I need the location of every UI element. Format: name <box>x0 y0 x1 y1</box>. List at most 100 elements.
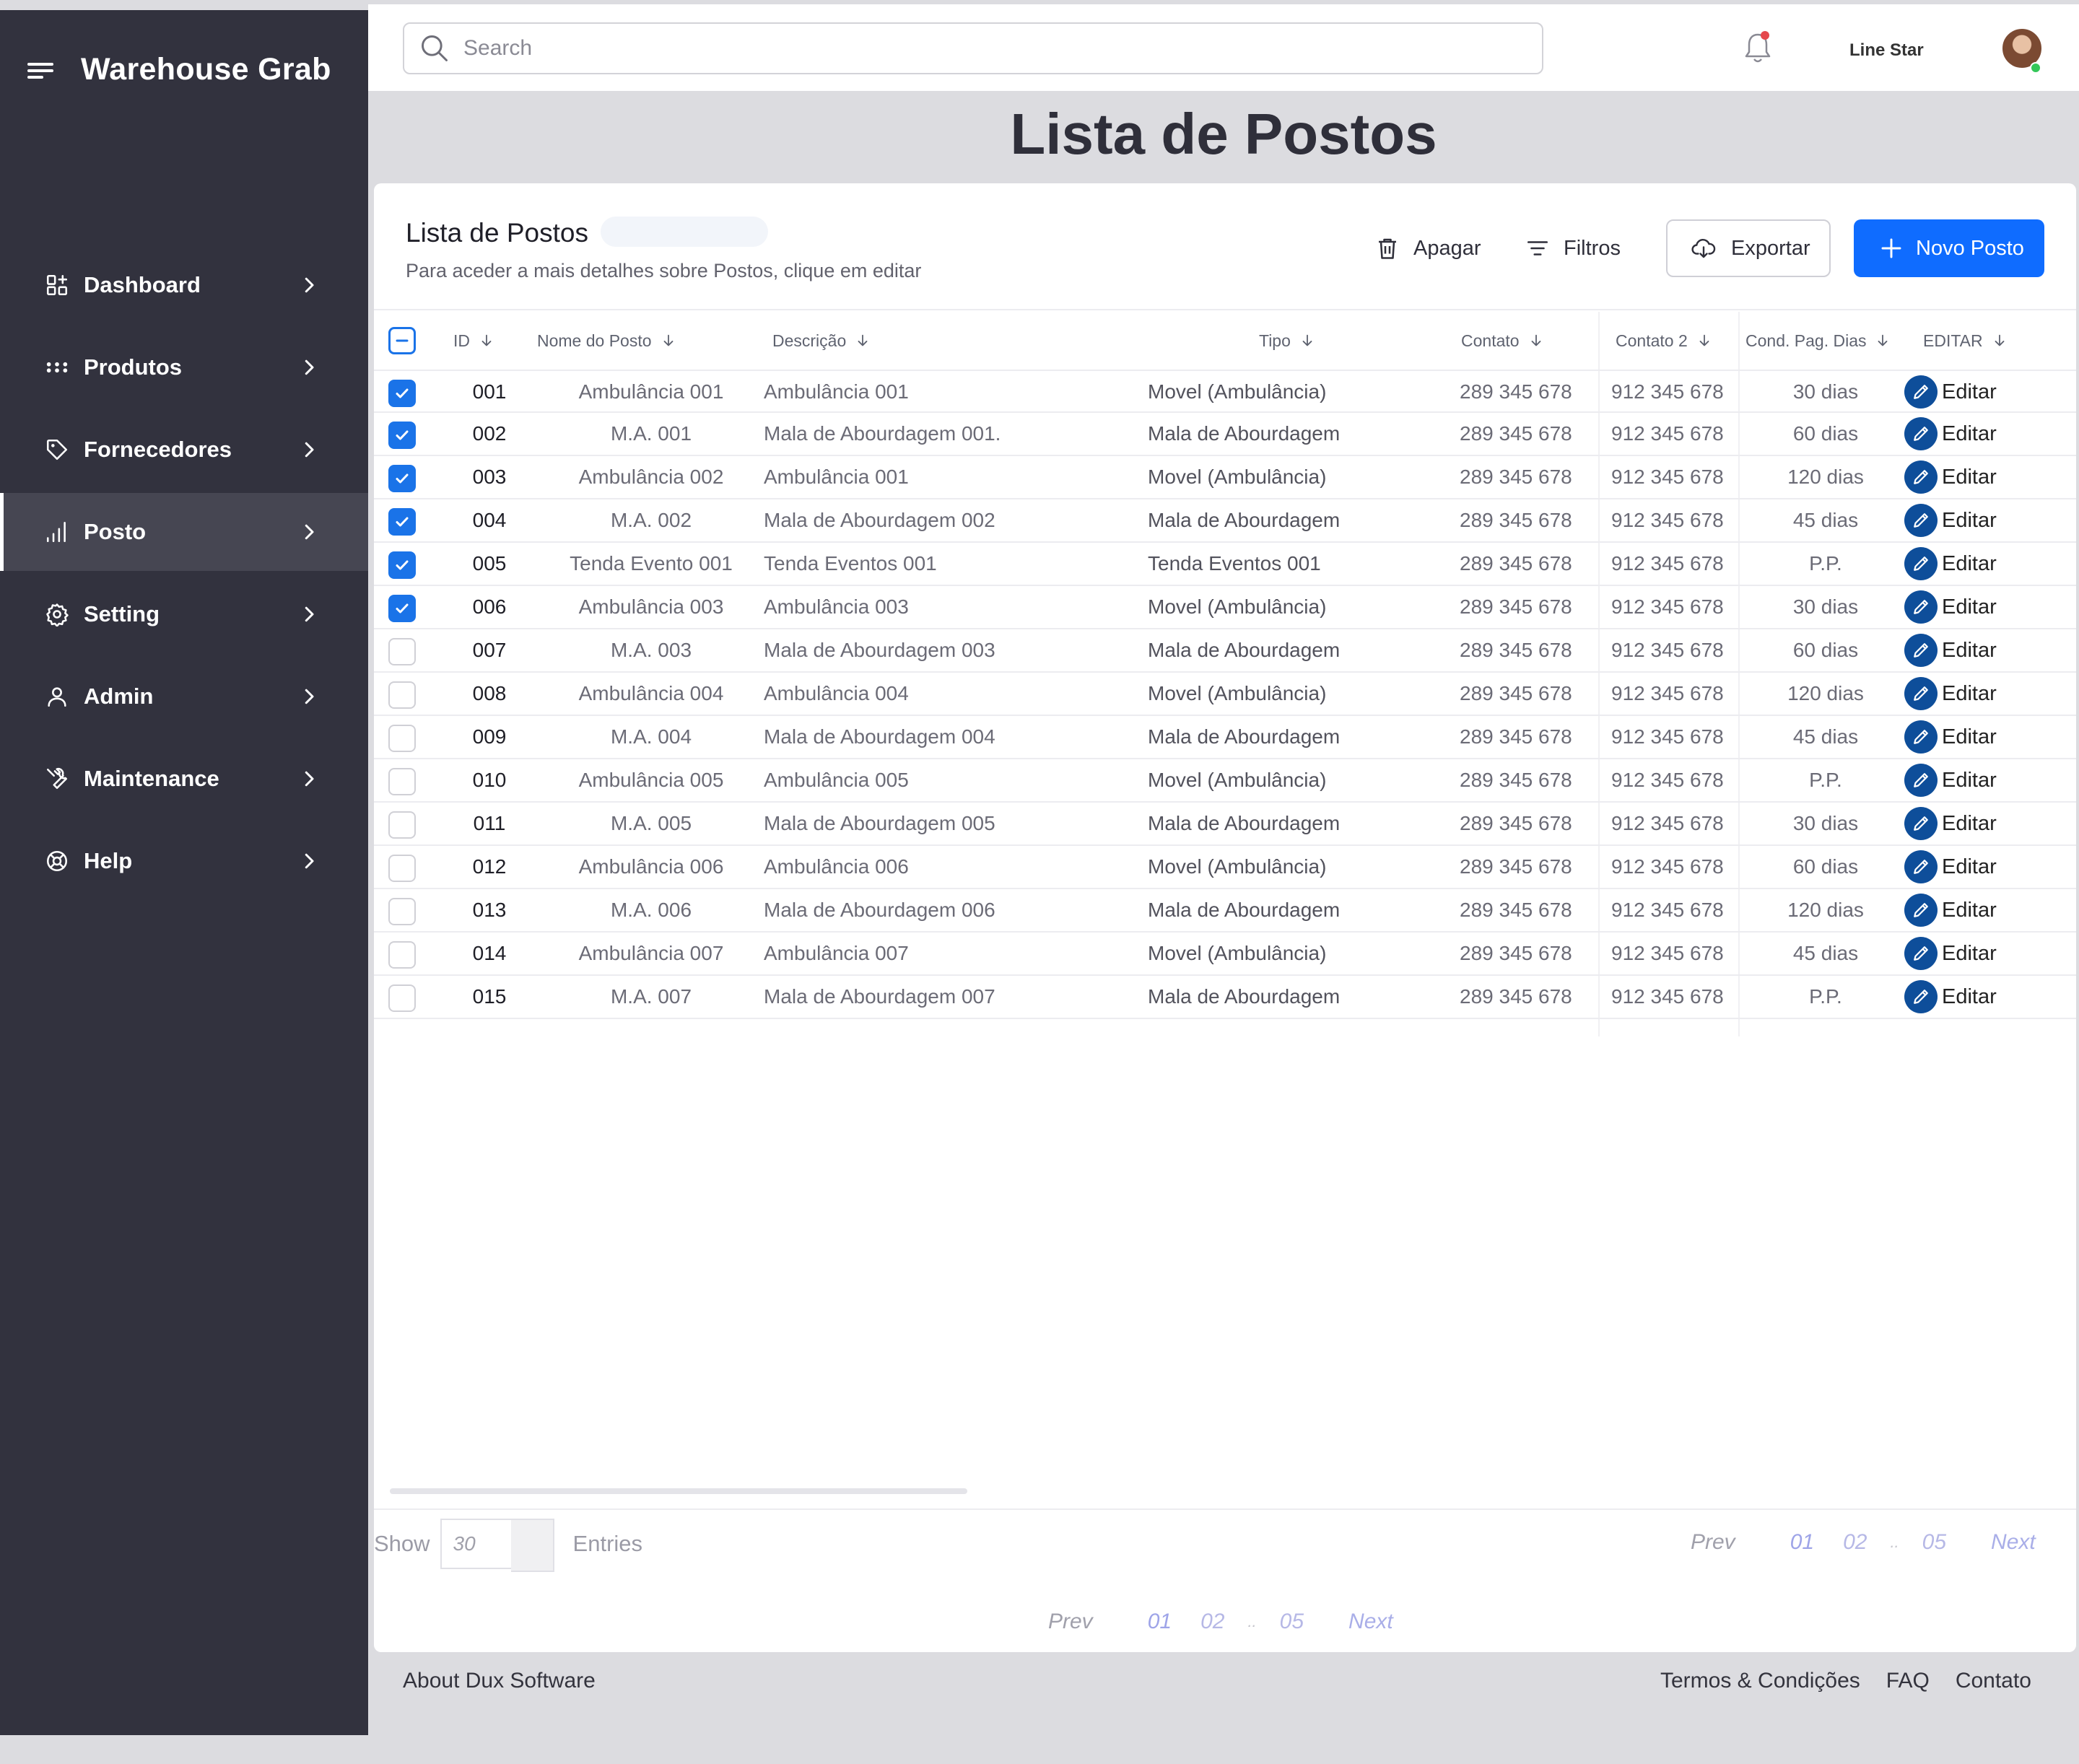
row-checkbox[interactable] <box>388 595 416 622</box>
page-button[interactable]: 02 <box>1200 1610 1224 1634</box>
cell-contato2: 912 345 678 <box>1611 422 1724 445</box>
cell-contato2: 912 345 678 <box>1611 769 1724 791</box>
table-row[interactable]: 007 M.A. 003 Mala de Abourdagem 003 Mala de… <box>374 629 2076 673</box>
row-checkbox[interactable] <box>388 768 416 795</box>
sidebar-item-produtos[interactable]: Produtos <box>0 328 368 406</box>
contact-link[interactable]: Contato <box>1956 1669 2031 1693</box>
row-checkbox[interactable] <box>388 855 416 882</box>
edit-button[interactable]: Editar <box>1904 720 1997 754</box>
cell-cond: 60 dias <box>1792 639 1859 661</box>
next-page-button[interactable]: Next <box>1348 1610 1393 1634</box>
search-box[interactable] <box>403 22 1543 74</box>
page-button[interactable]: 01 <box>1148 1610 1172 1634</box>
edit-button[interactable]: Editar <box>1904 980 1997 1013</box>
select-all-checkbox[interactable] <box>388 327 416 354</box>
sidebar-item-setting[interactable]: Setting <box>0 575 368 653</box>
search-input[interactable] <box>463 36 1474 61</box>
table-row[interactable]: 013 M.A. 006 Mala de Abourdagem 006 Mala de… <box>374 889 2076 933</box>
row-checkbox[interactable] <box>388 941 416 969</box>
export-button[interactable]: Exportar <box>1666 219 1831 277</box>
column-header-nome[interactable]: Nome do Posto <box>537 312 676 370</box>
user-name[interactable]: Line Star <box>1849 40 1924 61</box>
table-row[interactable]: 011 M.A. 005 Mala de Abourdagem 005 Mala de… <box>374 803 2076 846</box>
table-row[interactable]: 001 Ambulância 001 Ambulância 001 Movel (Am… <box>374 370 2076 413</box>
entries-select[interactable]: 30 <box>440 1519 554 1572</box>
table-row[interactable]: 015 M.A. 007 Mala de Abourdagem 007 Mala de… <box>374 976 2076 1019</box>
table-row[interactable]: 003 Ambulância 002 Ambulância 001 Movel (Am… <box>374 456 2076 499</box>
edit-button[interactable]: Editar <box>1904 375 1997 409</box>
column-header-contato[interactable]: Contato <box>1461 312 1544 370</box>
table-row[interactable]: 008 Ambulância 004 Ambulância 004 Movel (Am… <box>374 673 2076 716</box>
online-status-dot <box>2030 62 2041 74</box>
column-header-tipo[interactable]: Tipo <box>1259 312 1315 370</box>
sidebar-item-dashboard[interactable]: Dashboard <box>0 246 368 324</box>
row-checkbox[interactable] <box>388 681 416 709</box>
row-checkbox[interactable] <box>388 551 416 579</box>
sidebar-item-admin[interactable]: Admin <box>0 658 368 735</box>
cell-nome: M.A. 003 <box>610 639 692 661</box>
prev-page-button[interactable]: Prev <box>1048 1610 1093 1634</box>
row-checkbox[interactable] <box>388 508 416 536</box>
row-checkbox[interactable] <box>388 725 416 752</box>
delete-button[interactable]: Apagar <box>1374 219 1481 277</box>
pencil-icon <box>1904 807 1938 840</box>
sidebar-nav: Dashboard Produtos Fornecedores Posto Settin… <box>0 246 368 904</box>
row-checkbox[interactable] <box>388 811 416 839</box>
new-posto-button[interactable]: Novo Posto <box>1854 219 2044 277</box>
table-row[interactable]: 014 Ambulância 007 Ambulância 007 Movel (Am… <box>374 933 2076 976</box>
row-checkbox[interactable] <box>388 984 416 1012</box>
prev-page-button[interactable]: Prev <box>1691 1530 1735 1555</box>
row-checkbox[interactable] <box>388 638 416 665</box>
row-checkbox[interactable] <box>388 422 416 449</box>
edit-button[interactable]: Editar <box>1904 547 1997 580</box>
faq-link[interactable]: FAQ <box>1886 1669 1930 1693</box>
column-header-id[interactable]: ID <box>453 312 494 370</box>
column-header-editar[interactable]: EDITAR <box>1923 312 2008 370</box>
table-row[interactable]: 006 Ambulância 003 Ambulância 003 Movel (Am… <box>374 586 2076 629</box>
dashboard-icon <box>45 273 69 297</box>
column-header-contato2[interactable]: Contato 2 <box>1616 312 1712 370</box>
table-row[interactable]: 009 M.A. 004 Mala de Abourdagem 004 Mala de… <box>374 716 2076 759</box>
next-page-button[interactable]: Next <box>1991 1530 2036 1555</box>
filters-button[interactable]: Filtros <box>1525 219 1621 277</box>
edit-button[interactable]: Editar <box>1904 894 1997 927</box>
row-checkbox[interactable] <box>388 898 416 925</box>
edit-button[interactable]: Editar <box>1904 460 1997 494</box>
page-button[interactable]: 05 <box>1922 1530 1946 1555</box>
table-row[interactable]: 004 M.A. 002 Mala de Abourdagem 002 Mala de… <box>374 499 2076 543</box>
cell-nome: M.A. 001 <box>610 422 692 445</box>
edit-button[interactable]: Editar <box>1904 590 1997 624</box>
table-row[interactable]: 002 M.A. 001 Mala de Abourdagem 001. Mala d… <box>374 413 2076 456</box>
horizontal-scrollbar[interactable] <box>390 1488 967 1494</box>
edit-button[interactable]: Editar <box>1904 417 1997 450</box>
page-button[interactable]: 01 <box>1790 1530 1814 1555</box>
cell-contato: 289 345 678 <box>1460 855 1572 878</box>
sidebar-item-help[interactable]: Help <box>0 822 368 900</box>
sidebar-item-maintenance[interactable]: Maintenance <box>0 740 368 818</box>
table-row[interactable]: 005 Tenda Evento 001 Tenda Eventos 001 Tend… <box>374 543 2076 586</box>
row-checkbox[interactable] <box>388 465 416 492</box>
about-link[interactable]: About Dux Software <box>403 1669 596 1693</box>
row-checkbox[interactable] <box>388 380 416 407</box>
sidebar-item-fornecedores[interactable]: Fornecedores <box>0 411 368 489</box>
edit-button[interactable]: Editar <box>1904 850 1997 883</box>
edit-button[interactable]: Editar <box>1904 504 1997 537</box>
terms-link[interactable]: Termos & Condições <box>1660 1669 1860 1693</box>
edit-button[interactable]: Editar <box>1904 634 1997 667</box>
table-row[interactable]: 012 Ambulância 006 Ambulância 006 Movel (Am… <box>374 846 2076 889</box>
page-button[interactable]: 02 <box>1843 1530 1867 1555</box>
edit-button[interactable]: Editar <box>1904 807 1997 840</box>
edit-button[interactable]: Editar <box>1904 677 1997 710</box>
sidebar-item-posto[interactable]: Posto <box>0 493 368 571</box>
page-button[interactable]: 05 <box>1280 1610 1304 1634</box>
edit-button[interactable]: Editar <box>1904 764 1997 797</box>
cell-contato: 289 345 678 <box>1460 380 1572 403</box>
cell-cond: P.P. <box>1809 769 1842 791</box>
menu-icon[interactable] <box>27 60 53 80</box>
column-header-cond[interactable]: Cond. Pag. Dias <box>1745 312 1891 370</box>
notification-bell[interactable] <box>1740 29 1776 66</box>
table-row[interactable]: 010 Ambulância 005 Ambulância 005 Movel (Am… <box>374 759 2076 803</box>
edit-button[interactable]: Editar <box>1904 937 1997 970</box>
column-header-descricao[interactable]: Descrição <box>772 312 871 370</box>
cell-contato: 289 345 678 <box>1460 552 1572 575</box>
